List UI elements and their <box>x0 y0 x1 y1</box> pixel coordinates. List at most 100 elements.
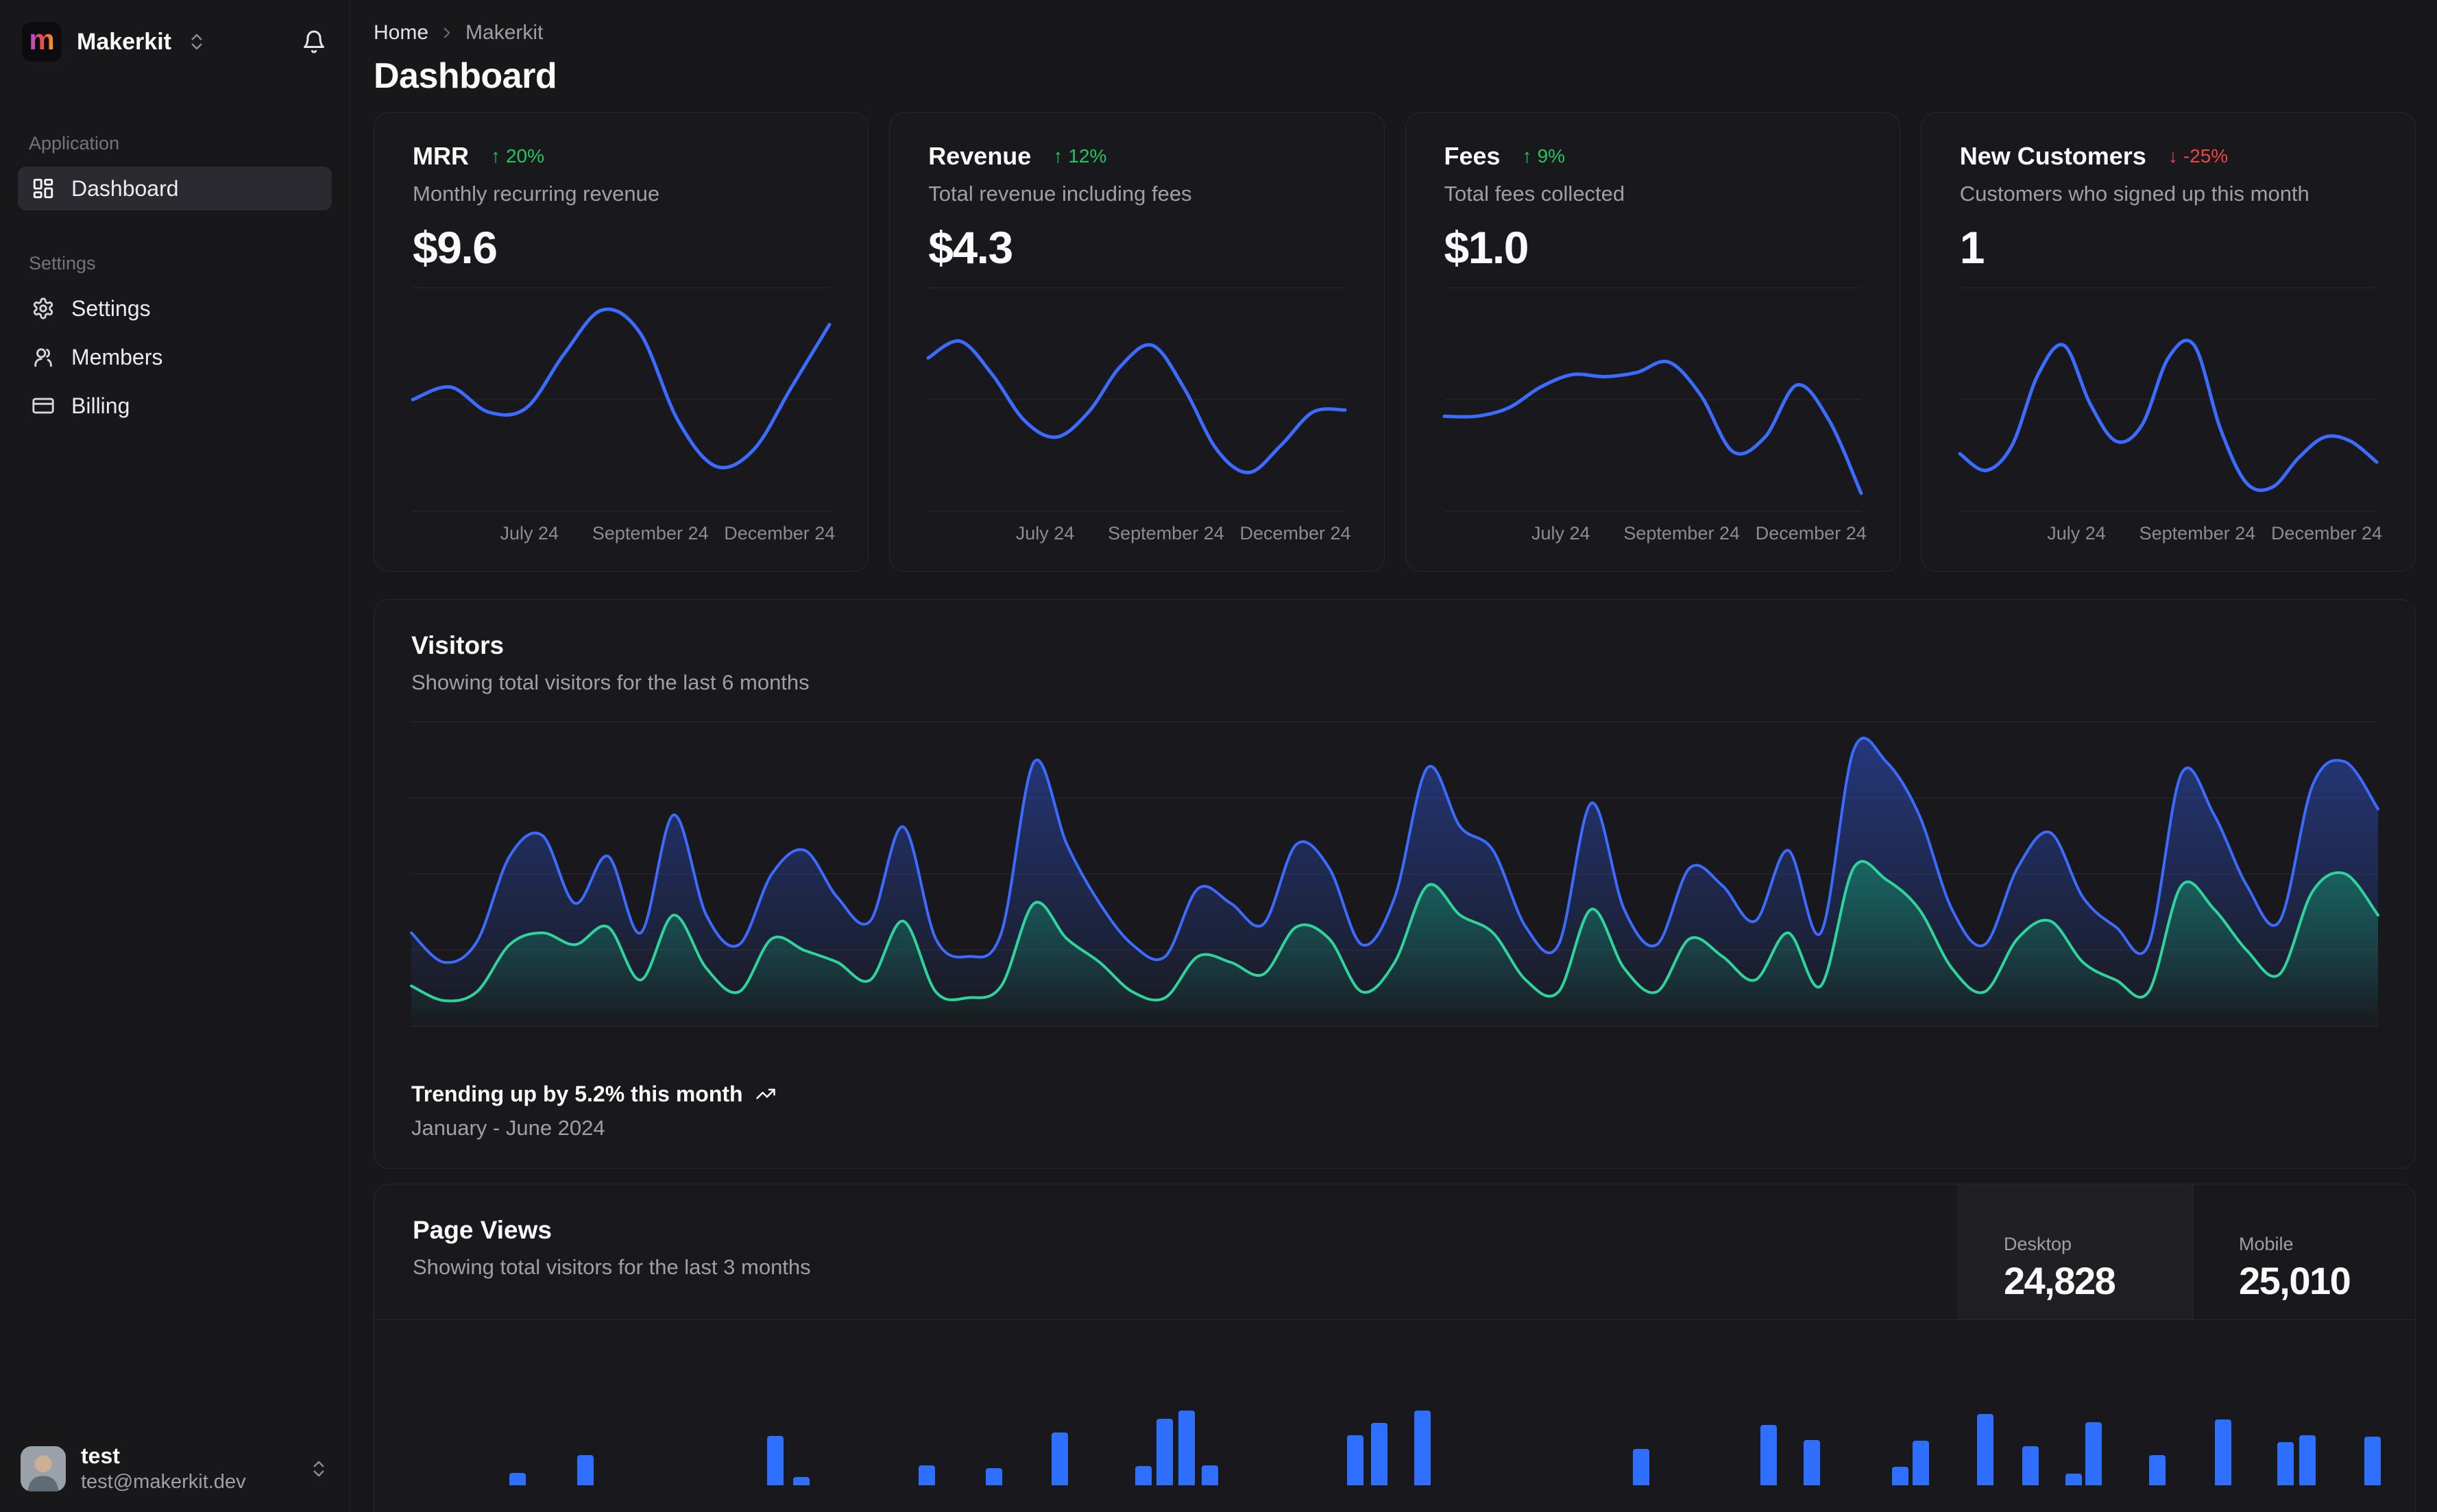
sidebar-item-dashboard[interactable]: Dashboard <box>18 167 332 210</box>
x-tick: July 24 <box>1531 522 1590 544</box>
notifications-button[interactable] <box>302 29 326 54</box>
gear-icon <box>33 297 53 319</box>
page-views-bar <box>2299 1435 2316 1485</box>
stat-title: Fees <box>1444 141 1501 170</box>
x-axis-labels: July 24 September 24 December 24 <box>1960 513 2382 550</box>
chevrons-up-down-icon <box>313 1461 324 1476</box>
stat-title: Revenue <box>928 141 1032 170</box>
trend-badge: ↓ -25% <box>2168 145 2229 167</box>
stat-card-mrr: MRR ↑ 20% Monthly recurring revenue $9.6 … <box>374 112 869 572</box>
page-views-bar-chart <box>411 1320 2381 1485</box>
revenue-sparkline-chart <box>926 286 1347 513</box>
stat-description: Total revenue including fees <box>928 181 1192 206</box>
stat-cards-row: MRR ↑ 20% Monthly recurring revenue $9.6 … <box>374 112 2416 572</box>
x-axis-labels: July 24 September 24 December 24 <box>928 513 1351 550</box>
stat-description: Customers who signed up this month <box>1959 181 2309 206</box>
new-customers-sparkline-chart <box>1958 286 2379 513</box>
chevron-right-icon <box>444 27 450 38</box>
team-switcher[interactable]: m Makerkit <box>22 22 207 62</box>
x-tick: December 24 <box>724 522 836 544</box>
sidebar-item-label: Billing <box>71 393 130 418</box>
main-content: Home Makerkit Dashboard MRR ↑ 20% Monthly… <box>350 0 2437 1512</box>
page-views-bar <box>1414 1410 1431 1485</box>
visitors-period: January - June 2024 <box>411 1115 605 1140</box>
arrow-up-icon: ↑ <box>1053 145 1063 167</box>
page-views-bar <box>2085 1422 2102 1485</box>
x-axis-labels: July 24 September 24 December 24 <box>413 513 836 550</box>
trend-badge: ↑ 12% <box>1053 145 1107 167</box>
breadcrumb-current: Makerkit <box>465 21 544 44</box>
mrr-sparkline-chart <box>411 286 832 513</box>
tab-desktop[interactable]: Desktop 24,828 <box>1958 1184 2193 1319</box>
sidebar: m Makerkit Application Dashboard Setting… <box>0 0 350 1512</box>
page-views-subtitle: Showing total visitors for the last 3 mo… <box>413 1254 811 1279</box>
stat-value: $9.6 <box>413 221 498 273</box>
tab-mobile[interactable]: Mobile 25,010 <box>2193 1184 2415 1319</box>
stat-description: Total fees collected <box>1444 181 1625 206</box>
page-views-bar <box>1913 1440 1930 1485</box>
page-views-bar <box>1892 1466 1909 1485</box>
page-views-bar <box>985 1467 1002 1485</box>
visitors-area-chart <box>410 720 2379 1028</box>
page-views-bar <box>1052 1432 1069 1485</box>
credit-card-icon <box>32 398 54 414</box>
sidebar-item-label: Dashboard <box>71 175 179 201</box>
stat-card-new-customers: New Customers ↓ -25% Customers who signed… <box>1920 112 2416 572</box>
visitors-title: Visitors <box>411 631 505 659</box>
breadcrumb-home[interactable]: Home <box>374 21 428 45</box>
bell-icon <box>304 30 324 53</box>
arrow-up-icon: ↑ <box>1522 145 1532 167</box>
page-views-bar <box>767 1435 784 1485</box>
page-views-bar <box>1976 1413 1993 1485</box>
page-views-header: Page Views Showing total visitors for th… <box>374 1184 2415 1320</box>
user-email: test@makerkit.dev <box>81 1470 246 1493</box>
user-name: test <box>81 1443 120 1469</box>
sidebar-nav-settings: Settings Members Billing <box>18 286 332 428</box>
user-info: test test@makerkit.dev <box>81 1443 246 1494</box>
user-menu[interactable]: test test@makerkit.dev <box>0 1425 350 1512</box>
x-tick: December 24 <box>1755 522 1867 544</box>
chevrons-up-down-icon <box>191 34 202 50</box>
x-axis-labels: July 24 September 24 December 24 <box>1444 513 1867 550</box>
sidebar-item-billing[interactable]: Billing <box>18 384 332 428</box>
page-views-bar <box>1202 1465 1219 1485</box>
visitors-trend: Trending up by 5.2% this month <box>411 1082 2378 1107</box>
sidebar-header: m Makerkit <box>18 19 332 62</box>
breadcrumb: Home Makerkit <box>374 21 2416 45</box>
stat-title: MRR <box>413 141 469 170</box>
page-views-bar <box>1632 1448 1649 1485</box>
sidebar-item-members[interactable]: Members <box>18 335 332 379</box>
page-views-bar <box>1156 1418 1174 1485</box>
section-label-settings: Settings <box>29 253 96 273</box>
trend-badge: ↑ 20% <box>490 145 545 167</box>
page-views-bar <box>1371 1422 1388 1485</box>
layout-dashboard-icon <box>33 178 53 199</box>
page-views-bar <box>1178 1410 1195 1485</box>
sidebar-item-label: Members <box>71 344 163 369</box>
fees-sparkline-chart <box>1442 286 1863 513</box>
page-views-bar <box>2065 1473 2082 1485</box>
arrow-up-icon: ↑ <box>490 145 500 167</box>
page-views-bar <box>1135 1465 1152 1485</box>
team-name: Makerkit <box>77 28 171 55</box>
page-views-bar <box>1804 1439 1821 1485</box>
stat-value: $4.3 <box>928 221 1013 273</box>
visitors-subtitle: Showing total visitors for the last 6 mo… <box>411 670 810 694</box>
x-tick: September 24 <box>1108 522 1224 544</box>
section-label-application: Application <box>29 133 120 154</box>
x-tick: September 24 <box>592 522 709 544</box>
stat-title: New Customers <box>1959 141 2146 170</box>
stat-card-revenue: Revenue ↑ 12% Total revenue including fee… <box>889 112 1385 572</box>
trend-badge: ↑ 9% <box>1522 145 1566 167</box>
page-views-bar <box>792 1476 810 1485</box>
logo-letter: m <box>29 23 55 56</box>
sidebar-nav-application: Dashboard <box>18 167 332 210</box>
page-views-bar <box>2277 1441 2294 1485</box>
makerkit-logo: m <box>22 22 62 62</box>
page-views-bar <box>2364 1436 2381 1485</box>
sidebar-item-settings[interactable]: Settings <box>18 286 332 330</box>
page-views-bar <box>1347 1435 1364 1485</box>
arrow-down-icon: ↓ <box>2168 145 2178 167</box>
x-tick: September 24 <box>2139 522 2256 544</box>
x-tick: July 24 <box>2047 522 2106 544</box>
